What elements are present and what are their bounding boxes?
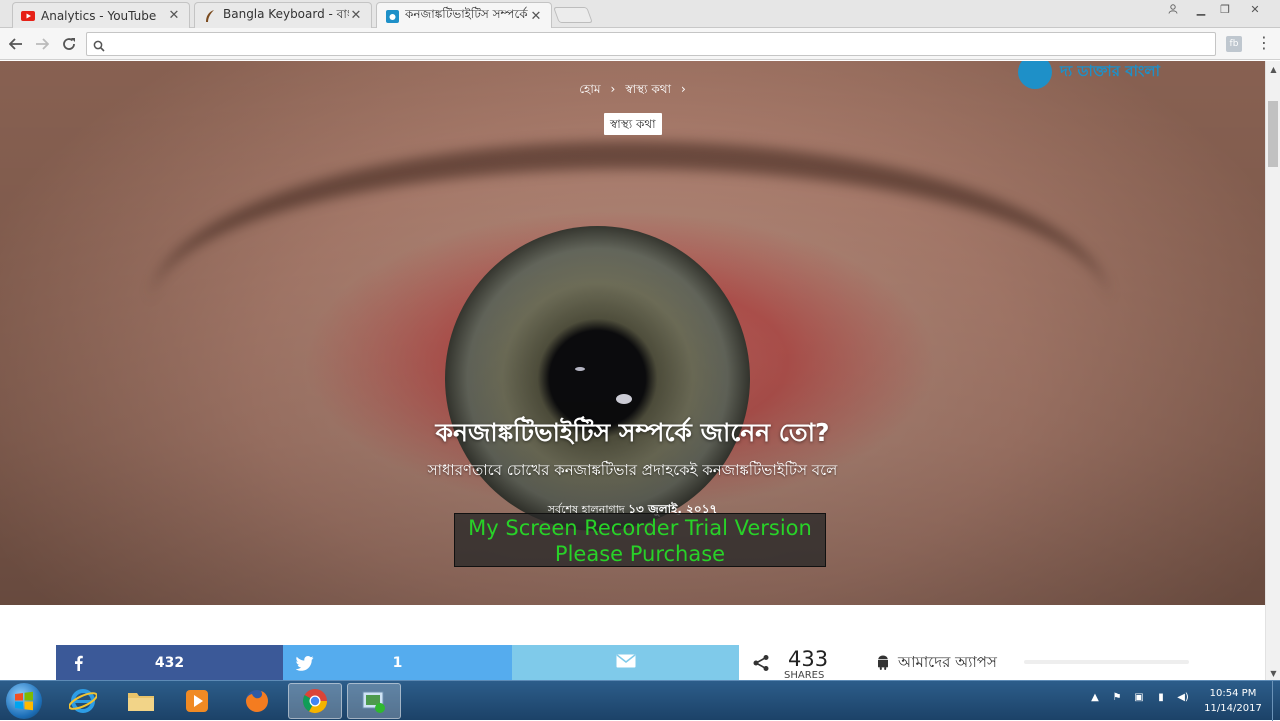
new-tab-button[interactable] [553,7,593,23]
share-bar: 432 1 [56,645,739,680]
page-viewport: দ্য ডাক্তার বাংলা হোম › স্বাস্থ্য কথা › স্ব… [0,61,1265,680]
breadcrumb-category[interactable]: স্বাস্থ্য কথা [625,82,671,96]
twitter-share-button[interactable]: 1 [283,645,512,680]
scrollbar-thumb[interactable] [1268,101,1278,167]
tab-title: Analytics - YouTube [41,8,157,23]
page-scrollbar[interactable]: ▲ ▼ [1265,61,1280,680]
android-icon [876,654,890,674]
tab-strip: Analytics - YouTube ✕ Bangla Keyboard - … [0,0,1280,29]
breadcrumb-separator: › [610,82,616,96]
address-bar[interactable] [86,32,1216,56]
close-icon[interactable]: ✕ [167,8,181,23]
facebook-share-count: 432 [154,655,185,671]
twitter-icon [287,655,323,671]
forward-arrow-icon[interactable] [30,32,54,56]
watermark-line-2: Please Purchase [554,542,726,566]
our-apps-link[interactable]: আমাদের অ্যাপস [876,651,997,676]
recorder-watermark: My Screen Recorder Trial Version Please … [454,513,826,567]
windows-logo-icon [15,691,33,711]
reading-progress [1024,660,1189,664]
firefox-icon[interactable] [230,683,284,719]
site-favicon [385,9,399,23]
file-explorer-icon[interactable] [114,683,168,719]
device-icon[interactable]: ▣ [1132,691,1146,705]
total-shares-count: 433 [788,647,829,671]
taskbar-clock[interactable]: 10:54 PM 11/14/2017 [1196,686,1270,716]
email-share-button[interactable] [512,645,739,680]
category-badge[interactable]: স্বাস্থ্য কথা [604,113,662,135]
internet-explorer-icon[interactable] [56,683,110,719]
close-icon[interactable]: ✕ [349,8,363,23]
tab-analytics-youtube[interactable]: Analytics - YouTube ✕ [12,2,190,28]
twitter-share-count: 1 [392,655,403,671]
breadcrumb-separator: › [681,82,686,96]
scroll-up-arrow-icon[interactable]: ▲ [1269,65,1278,74]
youtube-icon [21,9,35,23]
media-player-icon[interactable] [170,683,224,719]
chrome-icon[interactable] [288,683,342,719]
tray-expand-icon[interactable]: ▲ [1088,691,1102,705]
mail-icon [616,654,636,672]
start-button[interactable] [6,683,42,719]
total-shares: 433 SHARES [752,647,832,680]
window-close-icon[interactable]: ✕ [1242,0,1268,18]
watermark-line-1: My Screen Recorder Trial Version [468,516,812,540]
browser-toolbar: fb ⋮ [0,28,1280,60]
profile-icon[interactable] [1160,0,1186,18]
clock-time: 10:54 PM [1209,688,1257,699]
quill-icon [203,9,217,23]
tab-title: কনজাঙ্কটিভাইটিস সম্পর্কে জা [405,7,529,21]
restore-icon[interactable]: ❐ [1212,0,1238,18]
tab-bangla-keyboard[interactable]: Bangla Keyboard - বাংলা ✕ [194,2,372,28]
share-icon [752,654,770,676]
back-arrow-icon[interactable] [4,32,28,56]
show-desktop-button[interactable] [1272,681,1280,721]
system-tray: ▲ ⚑ ▣ ▮ ◀) [1088,691,1190,705]
minimize-icon[interactable]: ▁ [1188,0,1214,18]
search-icon [93,37,105,56]
extension-icon[interactable]: fb [1226,36,1242,52]
total-shares-label: SHARES [784,670,825,680]
facebook-icon [60,655,96,671]
flag-icon[interactable]: ⚑ [1110,691,1124,705]
screen-recorder-icon[interactable] [347,683,401,719]
address-input[interactable] [111,35,1201,53]
tab-title: Bangla Keyboard - বাংলা [223,6,349,21]
article-subtitle: সাধারণতাবে চোখের কনজাঙ্কটিভার প্রদাহকেই … [427,461,838,479]
chrome-menu-icon[interactable]: ⋮ [1256,34,1272,54]
breadcrumb-home[interactable]: হোম [579,82,600,96]
windows-taskbar: ▲ ⚑ ▣ ▮ ◀) 10:54 PM 11/14/2017 [0,680,1280,721]
hero-image: দ্য ডাক্তার বাংলা হোম › স্বাস্থ্য কথা › স্ব… [0,61,1265,605]
reload-icon[interactable] [57,32,81,56]
clock-date: 11/14/2017 [1204,703,1262,714]
article-title: কনজাঙ্কটিভাইটিস সম্পর্কে জানেন তো? [435,418,830,447]
facebook-share-button[interactable]: 432 [56,645,283,680]
breadcrumb: হোম › স্বাস্থ্য কথা › [0,81,1265,101]
tab-conjunctivitis[interactable]: কনজাঙ্কটিভাইটিস সম্পর্কে জা ✕ [376,2,552,29]
volume-icon[interactable]: ◀) [1176,691,1190,705]
close-icon[interactable]: ✕ [529,9,543,24]
network-icon[interactable]: ▮ [1154,691,1168,705]
our-apps-label: আমাদের অ্যাপস [898,653,997,671]
scroll-down-arrow-icon[interactable]: ▼ [1269,669,1278,678]
